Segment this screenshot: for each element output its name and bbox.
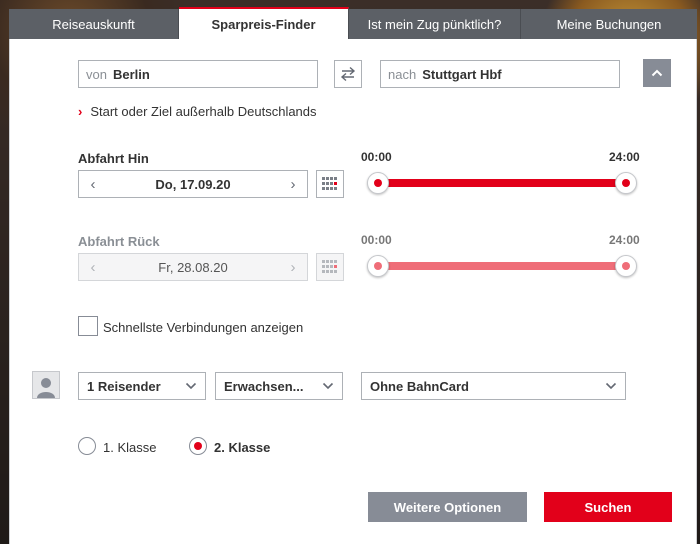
search-button[interactable]: Suchen: [544, 492, 672, 522]
chevron-down-icon: [322, 382, 334, 390]
return-start-handle[interactable]: [367, 255, 389, 277]
from-value: Berlin: [112, 66, 150, 82]
age-value: Erwachsen...: [224, 378, 304, 394]
chevron-right-icon: ›: [78, 104, 83, 119]
handle-dot: [374, 262, 382, 270]
outbound-start-handle[interactable]: [367, 172, 389, 194]
outbound-time-range: [378, 179, 626, 187]
tab-sparpreis-finder[interactable]: Sparpreis-Finder: [179, 7, 349, 39]
to-value: Stuttgart Hbf: [422, 66, 502, 82]
swap-button[interactable]: [334, 60, 362, 88]
collapse-button[interactable]: [643, 59, 671, 87]
next-day-button[interactable]: ›: [279, 171, 307, 197]
person-icon: [32, 371, 60, 399]
return-date[interactable]: Fr, 28.08.20: [107, 260, 279, 275]
fastest-connections-checkbox[interactable]: [78, 316, 98, 336]
return-end-handle[interactable]: [615, 255, 637, 277]
tab-reiseauskunft[interactable]: Reiseauskunft: [9, 9, 179, 39]
outbound-calendar-button[interactable]: [316, 170, 344, 198]
return-time-start: 00:00: [361, 233, 392, 247]
fastest-connections-label[interactable]: Schnellste Verbindungen anzeigen: [103, 320, 303, 335]
return-label: Abfahrt Rück: [78, 234, 160, 249]
from-prefix: von: [86, 66, 107, 82]
foreign-route-label: Start oder Ziel außerhalb Deutschlands: [90, 104, 317, 119]
to-field[interactable]: nach Stuttgart Hbf: [380, 60, 620, 88]
return-date-picker: ‹ Fr, 28.08.20 ›: [78, 253, 308, 281]
bahncard-select[interactable]: Ohne BahnCard: [361, 372, 626, 400]
foreign-route-link[interactable]: › Start oder Ziel außerhalb Deutschlands: [78, 104, 317, 119]
more-options-button[interactable]: Weitere Optionen: [368, 492, 527, 522]
search-panel: von Berlin nach Stuttgart Hbf › Start od…: [9, 39, 697, 544]
return-time-range: [378, 262, 626, 270]
return-time-end: 24:00: [609, 233, 640, 247]
chevron-up-icon: [651, 69, 663, 77]
outbound-end-handle[interactable]: [615, 172, 637, 194]
from-field[interactable]: von Berlin: [78, 60, 318, 88]
tab-meine-buchungen[interactable]: Meine Buchungen: [521, 9, 697, 39]
handle-dot: [622, 262, 630, 270]
second-class-radio[interactable]: [189, 437, 207, 455]
handle-dot: [374, 179, 382, 187]
return-calendar-button[interactable]: [316, 253, 344, 281]
age-select[interactable]: Erwachsen...: [215, 372, 343, 400]
tab-bar: Reiseauskunft Sparpreis-Finder Ist mein …: [9, 7, 697, 39]
outbound-time-start: 00:00: [361, 150, 392, 164]
prev-day-button[interactable]: ‹: [79, 171, 107, 197]
prev-day-button[interactable]: ‹: [79, 254, 107, 280]
swap-arrows-icon: [340, 66, 356, 82]
bahncard-value: Ohne BahnCard: [370, 378, 469, 394]
first-class-radio[interactable]: [78, 437, 96, 455]
calendar-icon: [322, 177, 337, 190]
first-class-label[interactable]: 1. Klasse: [103, 440, 156, 455]
chevron-down-icon: [605, 382, 617, 390]
traveller-count-value: 1 Reisender: [87, 378, 161, 394]
outbound-time-end: 24:00: [609, 150, 640, 164]
handle-dot: [622, 179, 630, 187]
second-class-label[interactable]: 2. Klasse: [214, 440, 270, 455]
next-day-button[interactable]: ›: [279, 254, 307, 280]
radio-selected-dot: [194, 442, 202, 450]
outbound-date[interactable]: Do, 17.09.20: [107, 177, 279, 192]
calendar-icon: [322, 260, 337, 273]
outbound-label: Abfahrt Hin: [78, 151, 149, 166]
to-prefix: nach: [388, 66, 417, 82]
chevron-down-icon: [185, 382, 197, 390]
traveller-count-select[interactable]: 1 Reisender: [78, 372, 206, 400]
tab-zug-puenktlich[interactable]: Ist mein Zug pünktlich?: [349, 9, 521, 39]
outbound-date-picker: ‹ Do, 17.09.20 ›: [78, 170, 308, 198]
